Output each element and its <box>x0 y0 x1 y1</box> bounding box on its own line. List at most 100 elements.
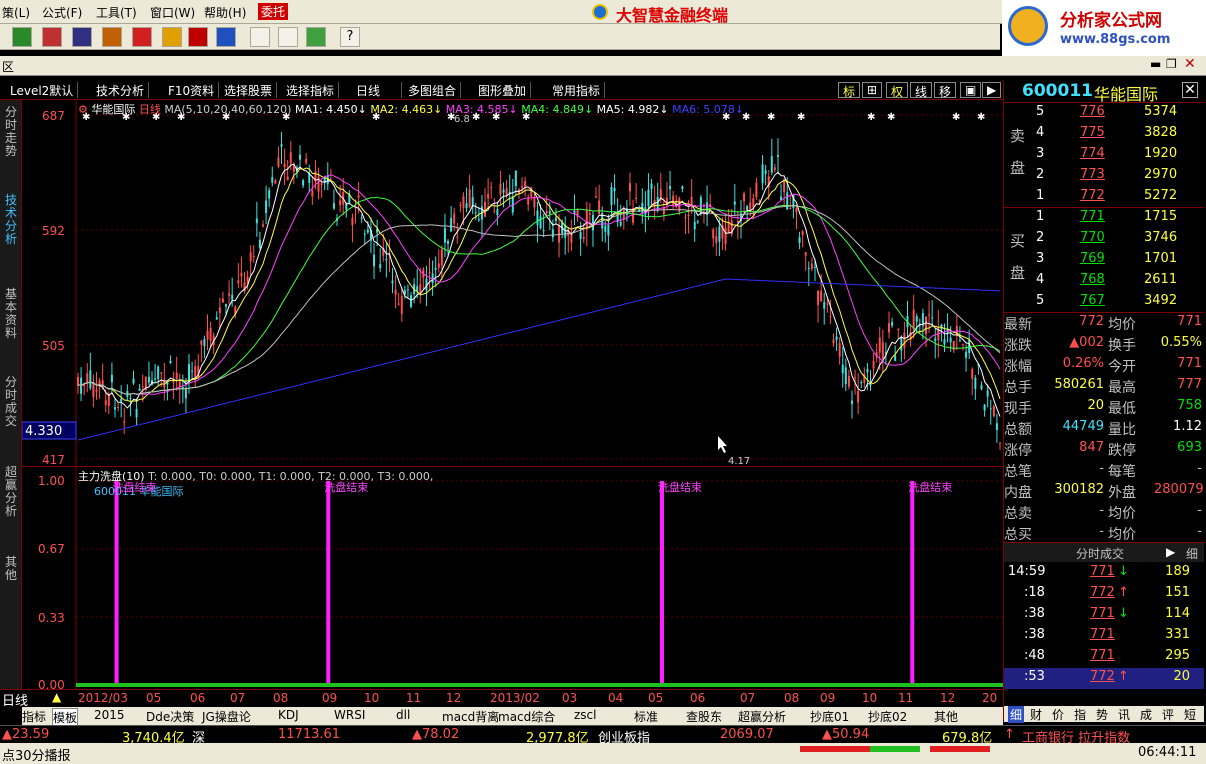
ma-value-6: MA6: 5.078↓ <box>668 103 744 116</box>
wash-event-bar <box>910 481 915 685</box>
indicator-tab[interactable]: Dde决策 <box>146 708 194 725</box>
sell-price[interactable]: 773 <box>1080 167 1105 182</box>
quote-tab[interactable]: 细 <box>1008 706 1025 723</box>
indicator-tab[interactable]: 抄底02 <box>868 708 907 725</box>
indicator-tab[interactable]: 指标 <box>22 708 46 725</box>
indicator-tab[interactable]: 标准 <box>634 708 658 725</box>
tab-tech-analysis[interactable]: 技术分析 <box>92 82 150 98</box>
ad-logo[interactable]: 分析家公式网 www.88gs.com <box>1002 0 1206 56</box>
sell-price[interactable]: 776 <box>1080 104 1105 119</box>
quote-tab[interactable]: 短 <box>1184 706 1196 723</box>
candle-body <box>521 186 524 188</box>
news-icon[interactable] <box>132 27 152 47</box>
tab-daily[interactable]: 日线 <box>352 82 402 98</box>
indicator-tab[interactable]: JG操盘论 <box>202 708 251 725</box>
buy-price[interactable]: 770 <box>1080 230 1105 245</box>
layout-icon[interactable] <box>278 27 298 47</box>
alert-icon[interactable] <box>102 27 122 47</box>
menu-trade[interactable]: 委托 <box>258 3 289 20</box>
panel-close-icon[interactable]: ✕ <box>1182 82 1198 98</box>
quote-tab[interactable]: 成 <box>1140 706 1152 723</box>
ticks-play-icon[interactable]: ▶ <box>1166 545 1175 559</box>
sell-price[interactable]: 775 <box>1080 125 1105 140</box>
tab-multi-chart[interactable]: 多图组合 <box>404 82 462 98</box>
quote-tab[interactable]: 财 <box>1030 706 1042 723</box>
menu-strategy[interactable]: 策(L) <box>2 4 30 21</box>
buy-price[interactable]: 768 <box>1080 272 1105 287</box>
candle-body <box>591 214 594 231</box>
tab-select-indicator[interactable]: 选择指标 <box>282 82 340 98</box>
indicator-chart[interactable]: 1.00 0.67 0.33 0.00 主力洗盘(10) T: 0.000, T… <box>22 466 1003 692</box>
tab-technical[interactable]: 技术分析 <box>2 194 20 246</box>
menu-window[interactable]: 窗口(W) <box>150 4 195 21</box>
books-icon[interactable] <box>306 27 326 47</box>
indicator-tab[interactable]: dll <box>396 708 410 722</box>
candle-body <box>231 294 234 300</box>
btn-mark[interactable]: 标 <box>838 82 861 99</box>
tab-fundamentals[interactable]: 基本资料 <box>2 288 20 340</box>
window-strip: 区 ▬ ❐ ✕ <box>0 56 1206 76</box>
trade-icon[interactable] <box>188 27 208 47</box>
tab-overlay[interactable]: 图形叠加 <box>474 82 532 98</box>
buy-price[interactable]: 767 <box>1080 293 1105 308</box>
restore-icon[interactable]: ❐ <box>1166 57 1177 71</box>
diamond-icon[interactable] <box>162 27 182 47</box>
kline-chart[interactable]: ✱ ✱ ✱ ✱ ✱ ✱ ✱ ✱ ✱ ✱ ✱ ✱ ✱ ✱ ✱ ✱ ✱ ✱ ✱ 687 592 505 417 4.33… <box>21 100 1003 467</box>
indicator-tab[interactable]: 抄底01 <box>810 708 849 725</box>
candle-body <box>265 200 268 214</box>
indicator-tab[interactable]: macd综合 <box>498 708 555 725</box>
binoculars-icon[interactable] <box>72 27 92 47</box>
tab-f10[interactable]: F10资料 <box>164 82 220 98</box>
tab-intraday[interactable]: 分时走势 <box>2 106 20 158</box>
window-label: 区 <box>2 60 15 74</box>
tab-level2[interactable]: Level2默认 <box>6 82 79 98</box>
indicator-tab[interactable]: 其他 <box>934 708 958 725</box>
indicator-tab[interactable]: WRSI <box>334 708 365 722</box>
quote-icon[interactable] <box>12 27 32 47</box>
tab-select-stock[interactable]: 选择股票 <box>220 82 278 98</box>
ticks-detail-btn[interactable]: 细 <box>1186 545 1198 562</box>
indicator-tab[interactable]: KDJ <box>278 708 299 722</box>
tab-other[interactable]: 其他 <box>2 556 20 582</box>
indicator-tab[interactable]: zscl <box>574 708 596 722</box>
triangle-icon[interactable]: ▲ <box>52 690 61 704</box>
btn-rights[interactable]: 权 <box>886 82 909 99</box>
btn-crosshair[interactable]: ⊞ <box>862 82 883 98</box>
sell-volume: 5374 <box>1144 104 1178 119</box>
close-icon[interactable]: ✕ <box>1184 56 1196 72</box>
menu-help[interactable]: 帮助(H) <box>204 4 246 21</box>
minimize-icon[interactable]: ▬ <box>1150 57 1161 71</box>
quote-tab[interactable]: 价 <box>1052 706 1064 723</box>
quote-tab[interactable]: 势 <box>1096 706 1108 723</box>
candle-body <box>147 376 150 383</box>
tab-ticks[interactable]: 分时成交 <box>2 376 20 428</box>
chart-icon[interactable] <box>42 27 62 47</box>
btn-line[interactable]: 线 <box>910 82 933 99</box>
buy-price[interactable]: 769 <box>1080 251 1105 266</box>
quote-tab[interactable]: 评 <box>1162 706 1174 723</box>
quote-tab[interactable]: 指 <box>1074 706 1086 723</box>
menu-formula[interactable]: 公式(F) <box>42 4 82 21</box>
buy-price[interactable]: 771 <box>1080 209 1105 224</box>
indicator-tab[interactable]: macd背离 <box>442 708 499 725</box>
quote-tab[interactable]: 讯 <box>1118 706 1130 723</box>
sell-price[interactable]: 772 <box>1080 188 1105 203</box>
candle-body <box>496 209 499 216</box>
gear-icon[interactable]: ⚙ <box>78 103 88 116</box>
candle-body <box>974 377 977 390</box>
sell-price[interactable]: 774 <box>1080 146 1105 161</box>
indicator-tab[interactable]: 超赢分析 <box>738 708 786 725</box>
info-icon[interactable] <box>216 27 236 47</box>
play-icon[interactable]: ▶ <box>982 82 1002 98</box>
help-cursor-icon[interactable]: ? <box>340 27 360 47</box>
copy-icon[interactable] <box>250 27 270 47</box>
layout-toggle-icon[interactable]: ▣ <box>960 82 982 98</box>
status-sz-change: ▲78.02 <box>412 727 460 742</box>
indicator-tab[interactable]: 查股东 <box>686 708 722 725</box>
indicator-tab[interactable]: 2015 <box>94 708 125 722</box>
tab-common-indicators[interactable]: 常用指标 <box>548 82 606 98</box>
tab-super-win[interactable]: 超赢分析 <box>2 466 20 518</box>
menu-tools[interactable]: 工具(T) <box>96 4 137 21</box>
candle-body <box>373 254 376 267</box>
btn-move[interactable]: 移 <box>934 82 957 99</box>
